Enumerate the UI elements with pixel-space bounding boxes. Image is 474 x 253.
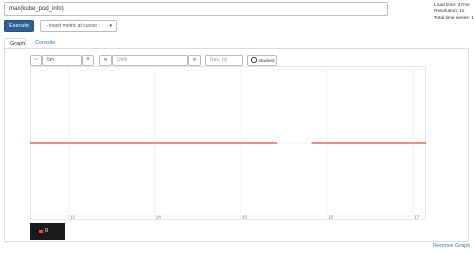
line-chart: 012 1314151617 — [30, 66, 426, 220]
legend-item-label: 0 — [45, 228, 49, 234]
increase-range-button[interactable]: + — [82, 55, 94, 66]
query-stats: Load time: 47ms Resolution: 1s Total tim… — [434, 3, 474, 22]
chevron-down-icon: ▾ — [109, 23, 112, 29]
range-input[interactable]: 5m — [42, 55, 82, 66]
remove-graph-link[interactable]: Remove Graph — [433, 243, 470, 250]
x-tick-label: 14 — [156, 215, 162, 220]
back-time-button[interactable]: « — [99, 55, 112, 66]
insert-metric-label: - insert metric at cursor - — [46, 23, 101, 29]
resolution-input[interactable]: Res. (s) — [205, 55, 243, 66]
stacked-label: stacked — [258, 58, 275, 63]
stacked-toggle[interactable]: stacked — [247, 55, 277, 66]
forward-time-button[interactable]: » — [188, 55, 201, 66]
stacked-circle-icon — [251, 56, 257, 63]
execute-button[interactable]: Execute — [4, 20, 34, 32]
x-tick-label: 15 — [242, 215, 248, 220]
x-tick-label: 13 — [70, 215, 76, 220]
decrease-range-button[interactable]: − — [30, 55, 42, 66]
legend-swatch — [39, 230, 43, 233]
query-input[interactable]: max(kube_pod_info) — [4, 2, 388, 16]
until-input[interactable]: Until — [112, 55, 188, 66]
legend: 0 — [30, 223, 65, 240]
x-axis-ticks: 13 14 15 16 17 — [70, 215, 420, 220]
total-series-text: Total time series: 1 — [434, 15, 474, 21]
x-tick-label: 16 — [328, 215, 334, 220]
insert-metric-select[interactable]: - insert metric at cursor - ▾ — [40, 20, 117, 32]
x-tick-label: 17 — [414, 215, 420, 220]
